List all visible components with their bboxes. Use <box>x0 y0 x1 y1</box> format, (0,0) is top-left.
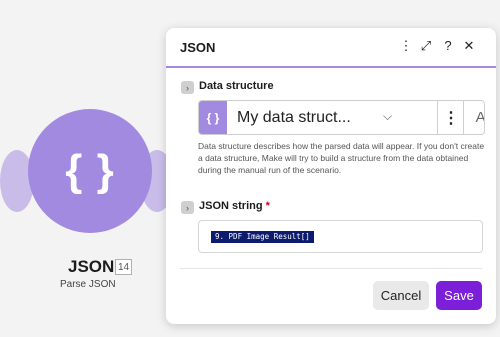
json-string-label: JSON string * <box>199 200 270 212</box>
help-icon[interactable]: ? <box>441 38 455 53</box>
dialog-title: JSON <box>180 40 216 55</box>
add-data-structure-button[interactable]: Add <box>463 101 484 134</box>
cancel-button[interactable]: Cancel <box>373 281 429 310</box>
data-structure-braces-icon: { } <box>199 101 227 134</box>
required-asterisk: * <box>265 200 270 212</box>
footer-divider <box>180 268 482 269</box>
data-structure-help-text: Data structure describes how the parsed … <box>198 141 485 175</box>
braces-icon: { } <box>65 146 115 195</box>
more-vertical-icon[interactable]: ⋮ <box>399 38 413 54</box>
chevron-down-icon[interactable]: ⌵ <box>383 109 392 124</box>
close-icon[interactable]: ✕ <box>462 38 476 54</box>
json-string-input[interactable]: 9. PDF Image Result[] <box>198 220 483 253</box>
section-toggle-chevron-icon[interactable]: › <box>181 201 194 214</box>
module-settings-dialog: JSON ⋮ ⤢ ? ✕ › Data structure { } My dat… <box>166 28 496 324</box>
data-structure-field: { } My data struct... ⌵ ⋮ Add <box>198 100 485 135</box>
mapped-value-pill[interactable]: 9. PDF Image Result[] <box>211 231 314 243</box>
data-structure-select[interactable]: My data struct... <box>227 101 404 134</box>
data-structure-menu-button[interactable]: ⋮ <box>437 101 464 134</box>
save-button[interactable]: Save <box>436 281 482 310</box>
node-title: JSON <box>68 257 115 276</box>
data-structure-label: Data structure <box>199 80 274 92</box>
node-id-badge: 14 <box>115 259 132 275</box>
dialog-header: JSON ⋮ ⤢ ? ✕ <box>166 28 496 68</box>
json-module-node[interactable]: { } <box>28 109 152 233</box>
section-toggle-chevron-icon[interactable]: › <box>181 81 194 94</box>
expand-icon[interactable]: ⤢ <box>419 38 433 54</box>
node-subtitle: Parse JSON <box>60 279 116 290</box>
